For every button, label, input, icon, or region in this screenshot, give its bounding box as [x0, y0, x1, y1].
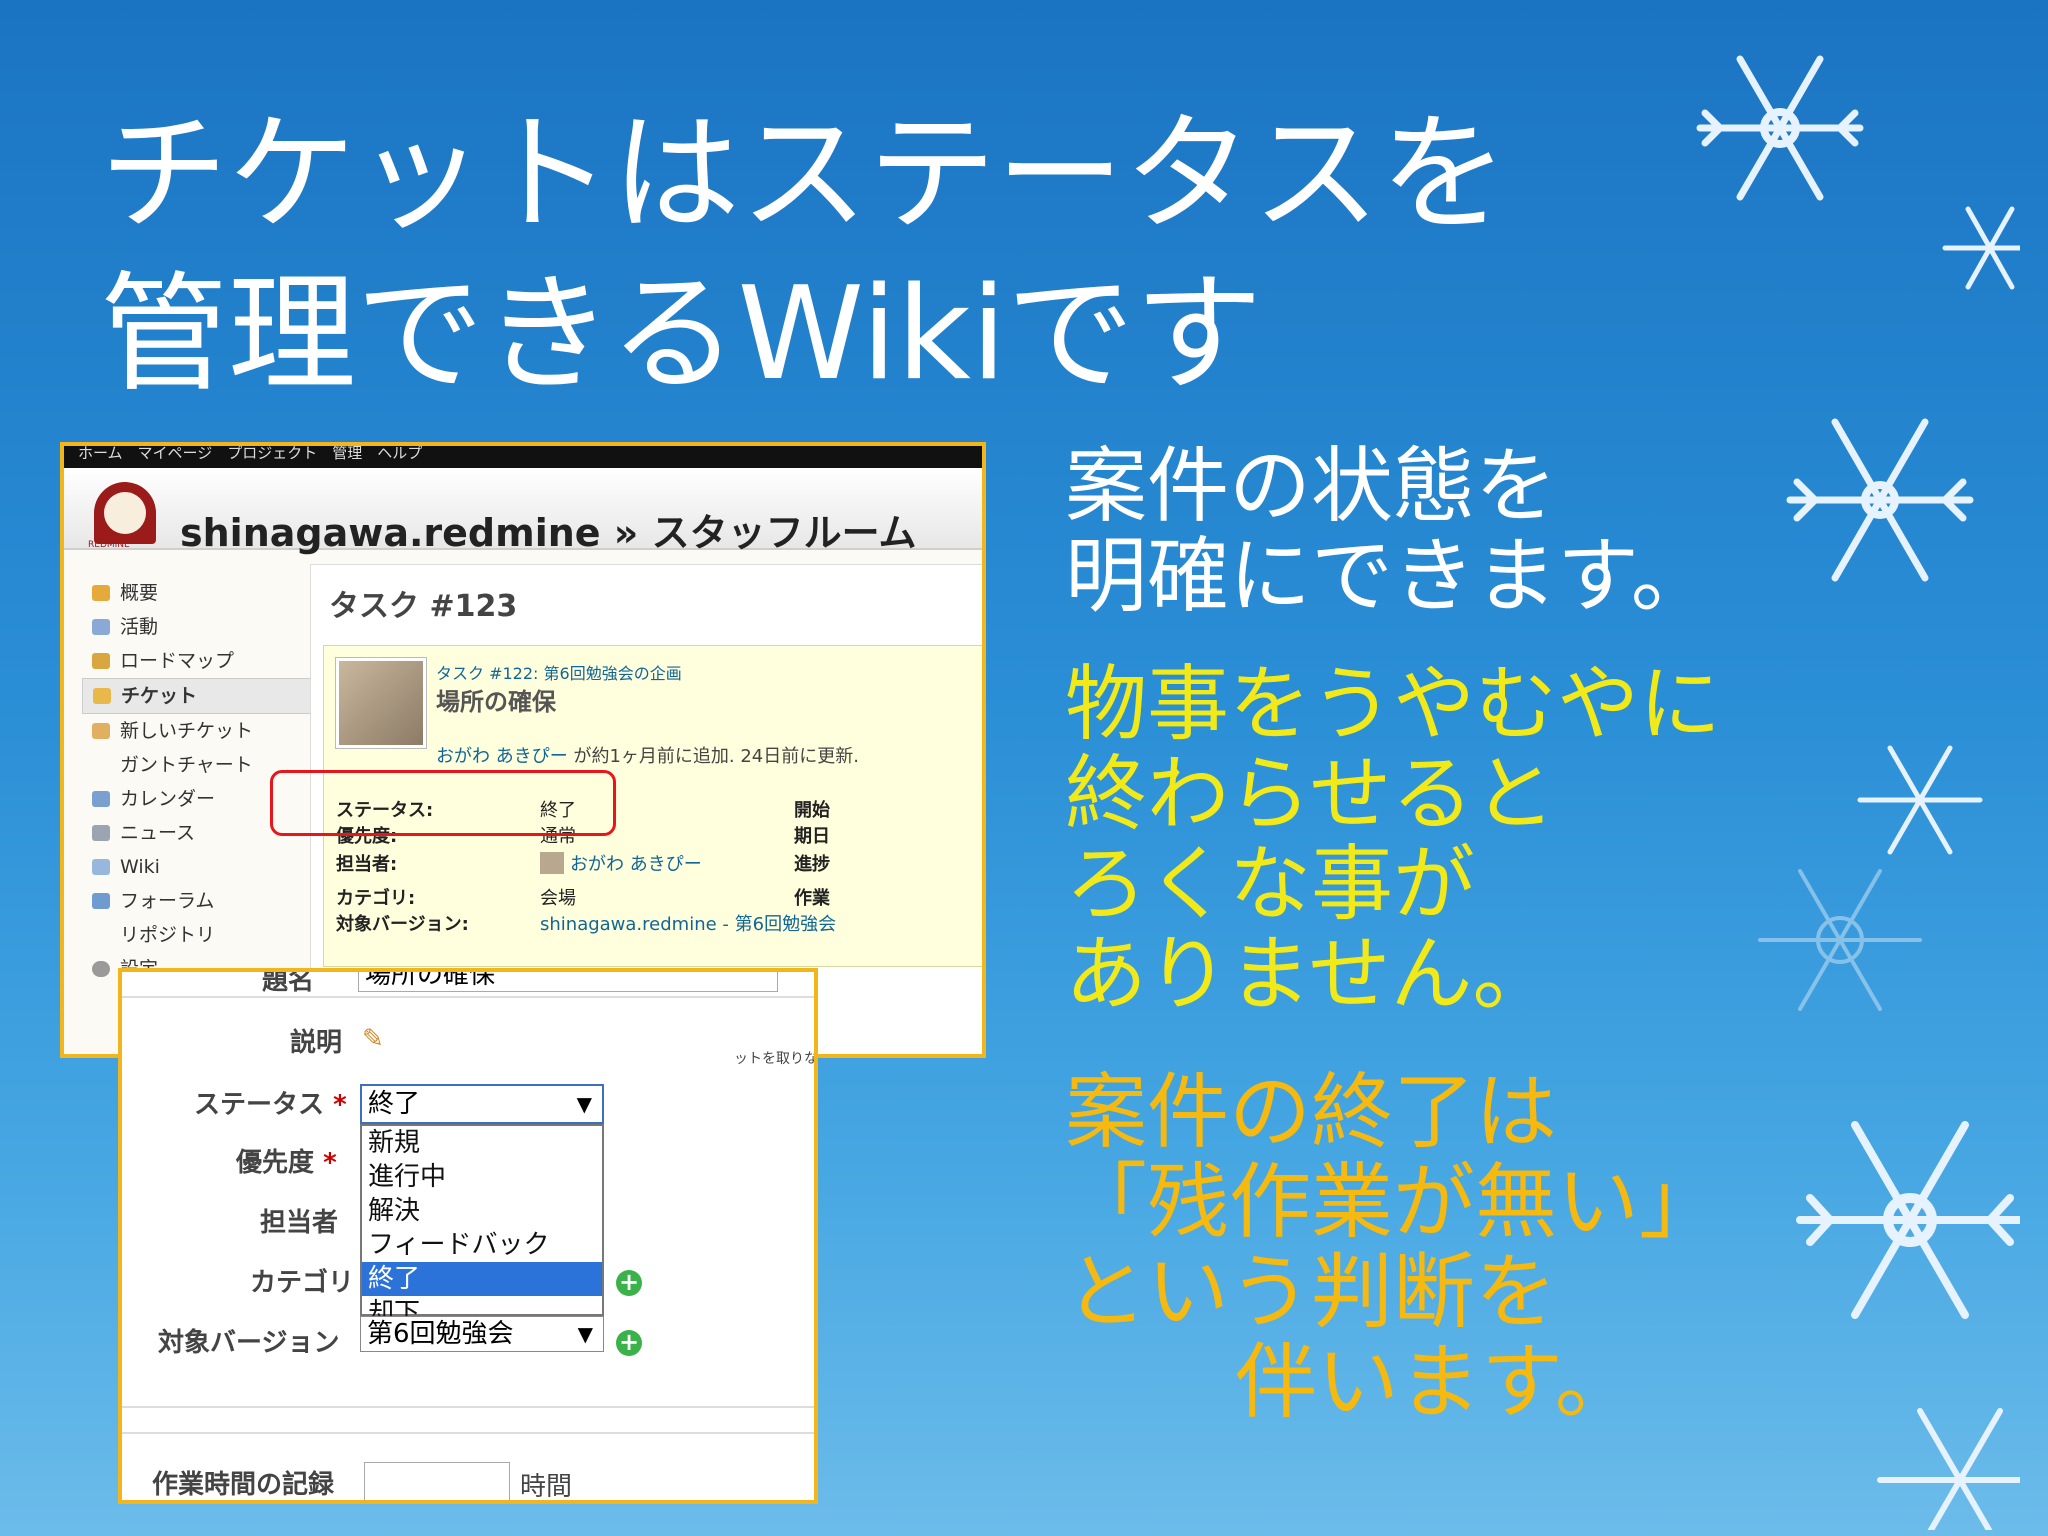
title-line-2: 管理できるWikiです: [100, 260, 1263, 409]
roadmap-icon: [92, 653, 110, 669]
add-category-icon[interactable]: +: [616, 1270, 642, 1296]
assignee-avatar: [540, 852, 564, 874]
news-icon: [92, 825, 110, 841]
top-menu[interactable]: ホーム マイページ プロジェクト 管理 ヘルプ: [64, 446, 982, 468]
assignee-label: 担当者: [260, 1208, 339, 1238]
settings-icon: [92, 961, 110, 977]
text-line: 「残作業が無い」: [1065, 1155, 1722, 1250]
activity-icon: [92, 619, 110, 635]
text-block-status: 案件の状態を 明確にできます。: [1065, 442, 1713, 622]
status-option-highlighted[interactable]: 終了: [362, 1262, 602, 1296]
assignee-value[interactable]: おがわ あきぴー: [570, 850, 702, 876]
dropdown-arrow-icon: ▼: [576, 1092, 592, 1116]
edit-pencil-icon[interactable]: ✎: [362, 1024, 384, 1054]
sidebar-item-activity[interactable]: 活動: [82, 610, 312, 644]
time-entry-label: 作業時間の記録: [152, 1470, 335, 1500]
subject-label: 題名: [262, 968, 315, 996]
text-line: 終わらせると: [1065, 747, 1556, 842]
progress-label: 進捗: [794, 854, 830, 875]
text-line: 案件の終了は: [1065, 1065, 1558, 1160]
category-value: 会場: [540, 888, 576, 909]
wiki-icon: [92, 859, 110, 875]
text-line: 伴います。: [1235, 1335, 1637, 1430]
description-preview: ットを取りながら場所を: [734, 1051, 818, 1067]
overview-icon: [92, 585, 110, 601]
project-title[interactable]: shinagawa.redmine » スタッフルーム: [180, 502, 916, 557]
issues-icon: [93, 688, 111, 704]
status-highlight: [270, 770, 616, 836]
text-line: 物事をうやむやに: [1065, 657, 1722, 752]
version-label: 対象バージョン:: [336, 914, 469, 935]
project-header: REDMINE shinagawa.redmine » スタッフルーム: [64, 468, 982, 555]
status-option[interactable]: 進行中: [362, 1160, 602, 1194]
category-label: カテゴリ:: [336, 888, 416, 909]
title-line-1: チケットはステータスを: [100, 100, 1509, 249]
description-label: 説明: [290, 1028, 343, 1058]
assignee-label: 担当者:: [336, 854, 398, 875]
text-line: という判断を: [1065, 1245, 1558, 1340]
redmine-issue-screenshot: ホーム マイページ プロジェクト 管理 ヘルプ REDMINE shinagaw…: [60, 442, 986, 1058]
issue-title: タスク #123: [329, 589, 518, 624]
author-link[interactable]: おがわ あきぴー: [436, 746, 568, 767]
add-version-icon[interactable]: +: [616, 1330, 642, 1356]
dropdown-arrow-icon: ▼: [577, 1322, 593, 1346]
subject-input[interactable]: 場所の確保: [358, 972, 778, 992]
parent-issue-link[interactable]: タスク #122: 第6回勉強会の企画: [436, 660, 682, 684]
sidebar-item-repository[interactable]: リポジトリ: [82, 918, 312, 952]
status-option[interactable]: 新規: [362, 1126, 602, 1160]
avatar: [336, 658, 426, 748]
text-block-completion: 案件の終了は 「残作業が無い」 という判断を 伴います。: [1065, 1068, 1721, 1428]
text-line: ろくな事が: [1065, 837, 1476, 932]
sidebar-item-forum[interactable]: フォーラム: [82, 884, 312, 918]
category-label: カテゴリ: [250, 1268, 355, 1298]
new-issue-icon: [92, 723, 110, 739]
calendar-icon: [92, 791, 110, 807]
status-select[interactable]: 終了 ▼: [360, 1084, 604, 1124]
priority-label: 優先度 *: [236, 1148, 337, 1178]
version-select[interactable]: 第6回勉強会 ▼: [360, 1316, 604, 1352]
version-label: 対象バージョン: [158, 1328, 340, 1358]
text-line: 案件の状態を: [1065, 439, 1558, 534]
start-date-label: 開始: [794, 800, 830, 821]
text-line: ありません。: [1065, 927, 1555, 1022]
slide-title: チケットはステータスを 管理できるWikiです: [100, 95, 1508, 415]
issue-author: おがわ あきぴー が約1ヶ月前に追加. 24日前に更新.: [436, 746, 859, 767]
status-options-list: 新規 進行中 解決 フィードバック 終了 却下: [360, 1124, 604, 1328]
sidebar-item-roadmap[interactable]: ロードマップ: [82, 644, 312, 678]
version-value[interactable]: shinagawa.redmine - 第6回勉強会: [540, 910, 836, 936]
spent-time-label: 作業: [794, 888, 830, 909]
time-input[interactable]: [364, 1462, 510, 1500]
due-date-label: 期日: [794, 826, 830, 847]
text-block-warning: 物事をうやむやに 終わらせると ろくな事が ありません。: [1065, 660, 1721, 1020]
logo-text: REDMINE: [88, 540, 130, 550]
sidebar-item-new-issue[interactable]: 新しいチケット: [82, 714, 312, 748]
issue-subject: 場所の確保: [436, 688, 556, 716]
text-line: 明確にできます。: [1065, 529, 1713, 624]
sidebar-item-issues[interactable]: チケット: [82, 678, 312, 714]
status-label: ステータス *: [194, 1090, 347, 1120]
forum-icon: [92, 893, 110, 909]
sidebar-item-wiki[interactable]: Wiki: [82, 850, 312, 884]
status-option[interactable]: フィードバック: [362, 1228, 602, 1262]
redmine-logo: [94, 482, 156, 544]
issue-edit-form-screenshot: 題名 場所の確保 説明 ✎ ットを取りながら場所を ステータス * 終了▼ 新規…: [118, 968, 818, 1504]
time-unit-label: 時間: [520, 1472, 573, 1502]
status-option[interactable]: 解決: [362, 1194, 602, 1228]
sidebar-item-overview[interactable]: 概要: [82, 576, 312, 610]
